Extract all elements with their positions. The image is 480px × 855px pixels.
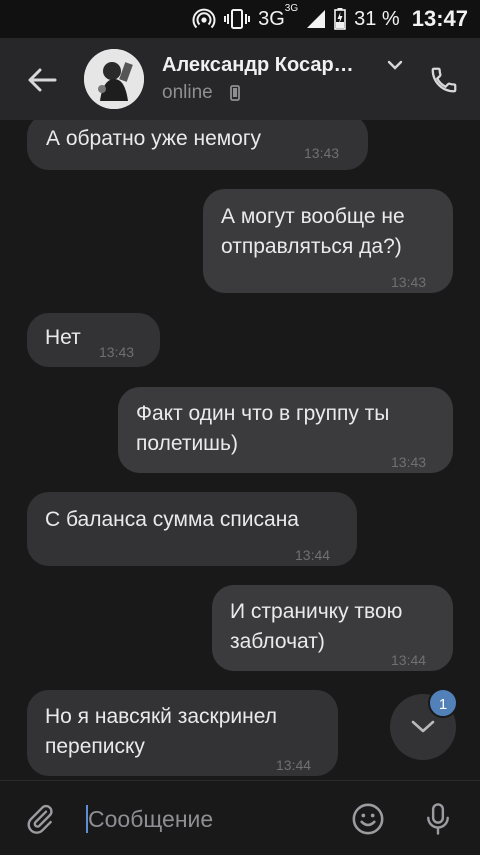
message-text: И страничку твою [230, 600, 403, 623]
message-text: А обратно уже немогу [46, 127, 262, 150]
voice-message-button[interactable] [418, 799, 458, 839]
chevron-down-icon[interactable] [387, 58, 403, 76]
battery-icon [334, 8, 346, 30]
message-time: 13:44 [295, 547, 331, 563]
network-sup-label: 3G [284, 2, 299, 14]
contact-status: online [162, 82, 213, 103]
message-text: С баланса сумма списана [45, 508, 299, 531]
message-bubble-incoming[interactable]: Но я навсякй заскринел переписку 13:44 [27, 690, 338, 776]
unread-count-badge: 1 [428, 688, 458, 718]
chat-header: Александр Косар… online [0, 38, 480, 120]
avatar-image [84, 49, 144, 109]
message-text: переписку [45, 735, 145, 758]
battery-percent: 31 % [354, 7, 400, 30]
clock: 13:47 [411, 6, 468, 31]
back-button[interactable] [20, 58, 64, 102]
call-button[interactable] [426, 62, 462, 98]
message-time: 13:43 [304, 145, 340, 161]
message-text: заблочат) [230, 630, 325, 653]
message-text: Нет [45, 326, 81, 349]
message-bubble-incoming[interactable]: Нет 13:43 [27, 313, 160, 367]
message-bubble-outgoing[interactable]: И страничку твою заблочат) 13:44 [212, 585, 453, 671]
status-icons: 3G3G 31 % 13:47 [192, 3, 468, 34]
contact-name[interactable]: Александр Косар… [162, 54, 354, 77]
signal-icon [306, 9, 326, 29]
hotspot-icon [192, 8, 216, 30]
phone-icon [431, 67, 457, 93]
message-text: отправляться да?) [221, 235, 402, 258]
message-text: Факт один что в группу ты [136, 402, 390, 425]
emoji-icon [352, 803, 384, 835]
emoji-button[interactable] [348, 799, 388, 839]
mobile-device-icon [230, 85, 240, 106]
paperclip-icon [27, 804, 53, 834]
vibrate-icon [224, 8, 251, 30]
chevron-down-icon [411, 720, 435, 733]
message-bubble-incoming[interactable]: С баланса сумма списана 13:44 [27, 492, 357, 566]
message-text: Но я навсякй заскринел [45, 705, 277, 728]
message-time: 13:44 [391, 652, 427, 668]
message-text: А могут вообще не [221, 205, 405, 228]
message-bubble-outgoing[interactable]: А могут вообще не отправляться да?) 13:4… [203, 189, 453, 293]
message-time: 13:43 [391, 274, 427, 290]
status-bar: 3G3G 31 % 13:47 [0, 0, 480, 38]
arrow-left-icon [28, 68, 57, 92]
message-time: 13:43 [391, 454, 427, 470]
message-time: 13:44 [276, 757, 312, 773]
message-bubble-outgoing[interactable]: Факт один что в группу ты полетишь) 13:4… [118, 387, 453, 473]
network-type: 3G3G [258, 3, 298, 31]
message-list[interactable]: А обратно уже немогу 13:43 А могут вообщ… [0, 120, 480, 780]
network-label: 3G [258, 7, 285, 30]
message-time: 13:43 [99, 344, 135, 360]
message-input[interactable] [88, 799, 328, 839]
message-text: полетишь) [136, 432, 238, 455]
microphone-icon [427, 803, 449, 835]
attach-button[interactable] [20, 799, 60, 839]
message-bubble-incoming[interactable]: А обратно уже немогу 13:43 [27, 120, 368, 170]
message-composer [0, 780, 480, 855]
avatar[interactable] [84, 49, 144, 109]
